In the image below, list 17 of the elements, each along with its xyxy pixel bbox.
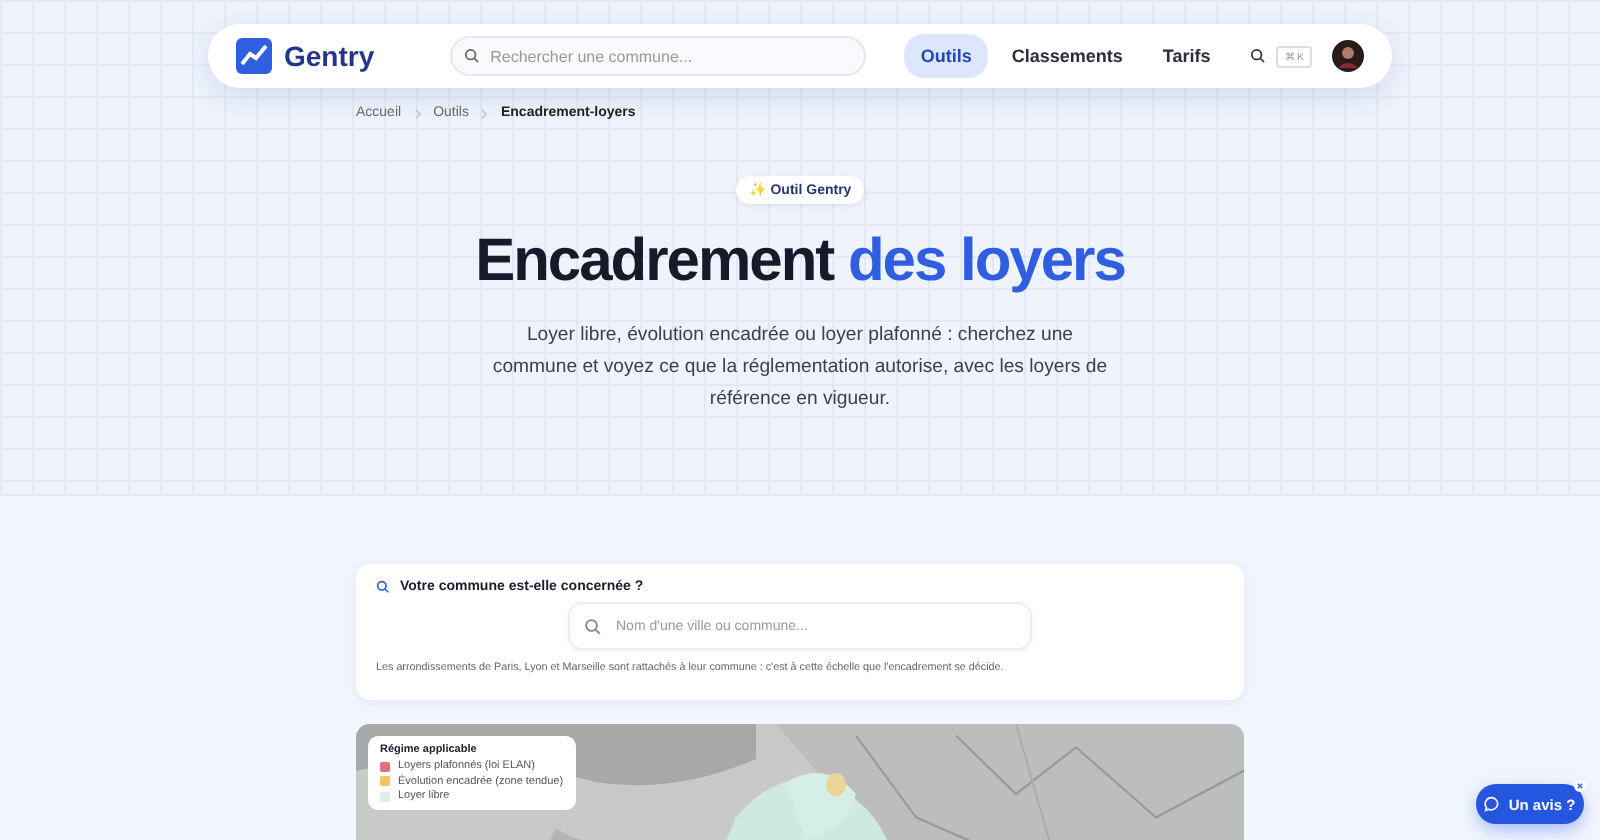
search-icon: [584, 617, 602, 635]
page-title: Encadrement des loyers: [475, 228, 1125, 296]
close-icon[interactable]: [1574, 780, 1586, 792]
chevron-icon: [480, 107, 489, 119]
nav-tab[interactable]: Classements: [995, 34, 1139, 78]
search-icon: [376, 580, 390, 594]
brand-name[interactable]: Gentry: [284, 40, 375, 72]
search-icon: [464, 47, 481, 63]
nav-tab[interactable]: Tarifs: [1146, 34, 1227, 78]
avatar-icon[interactable]: [1332, 40, 1364, 72]
search-icon[interactable]: [1250, 48, 1267, 64]
chat-bubble-icon: [1484, 796, 1501, 812]
intro-text: Loyer libre, évolution encadrée ou loyer plafonné : cherchez une commune et voyez ce que la réglementation autorise, avec les loyers de référence en vigueur.: [490, 322, 1110, 414]
chevron-icon: [413, 107, 422, 119]
search-field[interactable]: Rechercher une commune...: [450, 36, 867, 76]
chart-logo-icon: [236, 38, 272, 74]
nav-tab[interactable]: Outils: [904, 34, 988, 78]
